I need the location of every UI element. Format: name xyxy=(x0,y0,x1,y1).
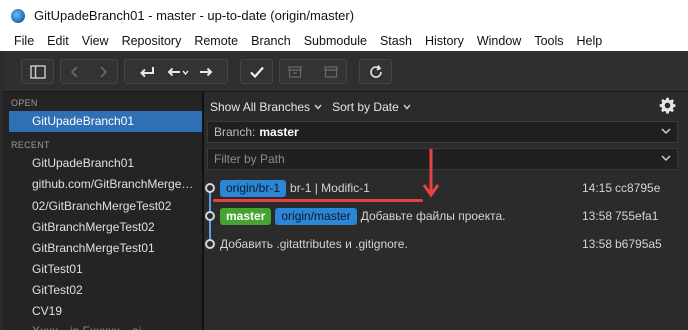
menu-submodule[interactable]: Submodule xyxy=(304,34,367,48)
menu-remote[interactable]: Remote xyxy=(194,34,238,48)
chevron-down-icon xyxy=(403,104,411,110)
stash-button-group xyxy=(279,59,347,84)
forward-icon[interactable] xyxy=(96,65,110,79)
commit-hash: b6795a5 xyxy=(615,237,662,251)
gear-icon[interactable] xyxy=(659,97,676,114)
chevron-down-icon xyxy=(314,104,322,110)
path-filter-field[interactable]: Filter by Path xyxy=(207,148,678,170)
remote-branch-badge[interactable]: origin/br-1 xyxy=(220,179,287,197)
chevron-down-icon xyxy=(661,155,671,162)
history-filter-bar: Show All Branches Sort by Date xyxy=(210,98,421,116)
sort-dropdown[interactable]: Sort by Date xyxy=(332,100,399,114)
menu-edit[interactable]: Edit xyxy=(47,34,69,48)
commit-message: Добавить .gitattributes и .gitignore. xyxy=(220,237,408,251)
commit-graph-node xyxy=(205,211,215,221)
refresh-button[interactable] xyxy=(359,59,392,84)
commit-message: Добавьте файлы проекта. xyxy=(360,209,506,223)
push-icon[interactable] xyxy=(198,65,214,79)
window-title: GitUpadeBranch01 - master - up-to-date (… xyxy=(34,8,355,23)
commit-time: 13:58 xyxy=(582,209,613,223)
repository-sidebar: OPEN GitUpadeBranch01 RECENT GitUpadeBra… xyxy=(3,92,202,330)
history-navigation-group xyxy=(60,59,118,84)
stash-icon[interactable] xyxy=(287,65,303,79)
menu-repository[interactable]: Repository xyxy=(122,34,182,48)
back-icon[interactable] xyxy=(68,65,82,79)
menu-branch[interactable]: Branch xyxy=(251,34,291,48)
path-filter-placeholder: Filter by Path xyxy=(214,152,285,166)
title-bar: GitUpadeBranch01 - master - up-to-date (… xyxy=(0,0,688,31)
recent-repo-item[interactable]: Xxxx…in Fxxxxx…ai xyxy=(3,321,202,330)
commit-row[interactable]: Добавить .gitattributes и .gitignore. xyxy=(220,234,408,254)
sourcetree-app-icon xyxy=(11,8,25,23)
menu-stash[interactable]: Stash xyxy=(380,34,412,48)
open-section-header: OPEN xyxy=(11,98,38,108)
menu-bar: File Edit View Repository Remote Branch … xyxy=(0,31,688,51)
remote-branch-badge[interactable]: origin/master xyxy=(275,207,357,225)
menu-view[interactable]: View xyxy=(82,34,109,48)
recent-repo-item[interactable]: github.com/GitBranchMerge… xyxy=(3,174,202,195)
menu-history[interactable]: History xyxy=(425,34,464,48)
sync-button-group xyxy=(124,59,228,84)
commit-time: 14:15 xyxy=(582,181,613,195)
history-panel: Show All Branches Sort by Date Branch: m… xyxy=(204,92,688,330)
branch-value: master xyxy=(259,125,299,139)
menu-file[interactable]: File xyxy=(14,34,34,48)
checkout-icon xyxy=(249,66,264,78)
commit-icon[interactable] xyxy=(138,65,156,79)
annotation-arrow-icon xyxy=(423,149,439,198)
recent-repo-item[interactable]: CV19 xyxy=(3,301,202,322)
menu-help[interactable]: Help xyxy=(577,34,603,48)
commit-list: origin/br-1 br-1 | Modific-1 14:15 cc879… xyxy=(204,174,688,330)
annotation-underline xyxy=(213,199,423,202)
stash-pop-icon[interactable] xyxy=(323,65,339,79)
recent-repo-item[interactable]: 02/GitBranchMergeTest02 xyxy=(3,196,202,217)
branch-selector[interactable]: Branch: master xyxy=(207,121,678,143)
commit-row[interactable]: master origin/master Добавьте файлы прое… xyxy=(220,206,505,226)
open-repo-item[interactable]: GitUpadeBranch01 xyxy=(9,111,202,132)
recent-repo-item[interactable]: GitTest02 xyxy=(3,280,202,301)
chevron-down-icon xyxy=(661,128,671,135)
commit-time: 13:58 xyxy=(582,237,613,251)
menu-window[interactable]: Window xyxy=(477,34,521,48)
pull-icon[interactable] xyxy=(166,65,190,79)
local-branch-badge[interactable]: master xyxy=(220,207,272,225)
recent-section-header: RECENT xyxy=(11,140,50,150)
recent-repo-item[interactable]: GitBranchMergeTest02 xyxy=(3,217,202,238)
recent-repo-item[interactable]: GitUpadeBranch01 xyxy=(3,153,202,174)
recent-repo-item[interactable]: GitTest01 xyxy=(3,259,202,280)
checkout-button[interactable] xyxy=(240,59,273,84)
commit-graph-node xyxy=(205,183,215,193)
commit-hash: cc8795e xyxy=(615,181,661,195)
sidebar-toggle-icon xyxy=(29,64,46,79)
recent-repo-item[interactable]: GitBranchMergeTest01 xyxy=(3,238,202,259)
sidebar-toggle-button[interactable] xyxy=(21,59,54,84)
commit-graph-node xyxy=(205,239,215,249)
toolbar xyxy=(3,51,688,92)
menu-tools[interactable]: Tools xyxy=(534,34,563,48)
commit-message: br-1 | Modific-1 xyxy=(290,181,370,195)
branch-label: Branch: xyxy=(214,125,256,139)
commit-hash: 755efa1 xyxy=(615,209,659,223)
show-branches-dropdown[interactable]: Show All Branches xyxy=(210,100,310,114)
refresh-icon xyxy=(369,64,382,78)
